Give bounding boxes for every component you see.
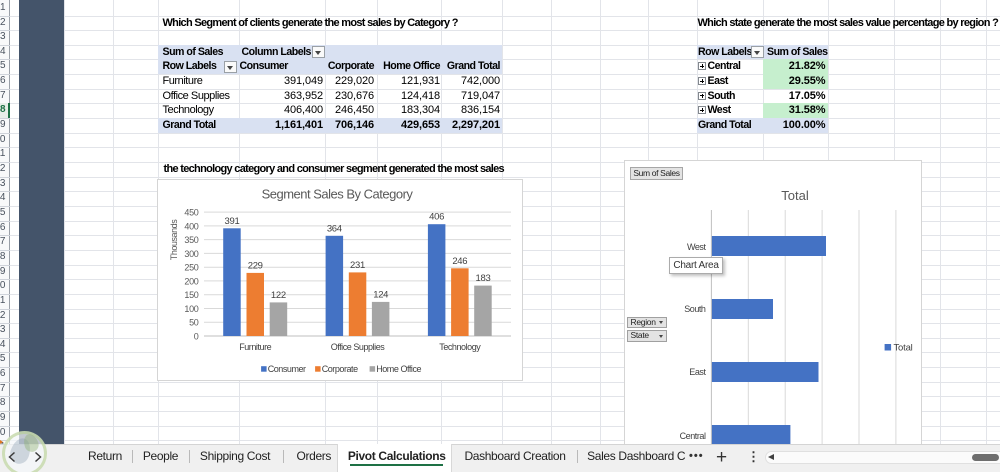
svg-text:Technology: Technology <box>439 342 481 352</box>
svg-text:Central: Central <box>680 431 706 441</box>
svg-text:391: 391 <box>225 216 240 227</box>
svg-text:South: South <box>684 304 706 314</box>
svg-text:Home Office: Home Office <box>376 364 421 374</box>
svg-text:Total: Total <box>781 188 809 203</box>
svg-text:246: 246 <box>452 256 467 267</box>
svg-text:364: 364 <box>327 223 342 234</box>
svg-text:350: 350 <box>184 235 198 245</box>
svg-text:Total: Total <box>894 343 913 354</box>
svg-text:231: 231 <box>350 260 365 271</box>
svg-text:150: 150 <box>184 290 198 300</box>
svg-text:West: West <box>687 242 706 252</box>
svg-text:Office Supplies: Office Supplies <box>331 342 386 352</box>
svg-text:122: 122 <box>271 290 286 301</box>
svg-text:124: 124 <box>373 289 388 300</box>
svg-text:183: 183 <box>476 273 491 284</box>
svg-text:East: East <box>689 367 706 377</box>
svg-text:200: 200 <box>184 276 198 286</box>
svg-text:0: 0 <box>194 332 199 342</box>
svg-text:Thousands: Thousands <box>169 219 179 260</box>
svg-text:300: 300 <box>184 249 198 259</box>
svg-text:250: 250 <box>184 263 198 273</box>
svg-text:Consumer: Consumer <box>268 364 306 374</box>
svg-text:100: 100 <box>184 304 198 314</box>
svg-text:50: 50 <box>189 318 199 328</box>
svg-text:Furniture: Furniture <box>239 342 271 352</box>
svg-text:400: 400 <box>184 221 198 231</box>
svg-text:Segment Sales By Category: Segment Sales By Category <box>262 187 414 202</box>
svg-text:Corporate: Corporate <box>322 364 358 374</box>
svg-text:450: 450 <box>184 208 198 218</box>
svg-text:406: 406 <box>429 212 444 223</box>
svg-text:229: 229 <box>248 260 263 271</box>
